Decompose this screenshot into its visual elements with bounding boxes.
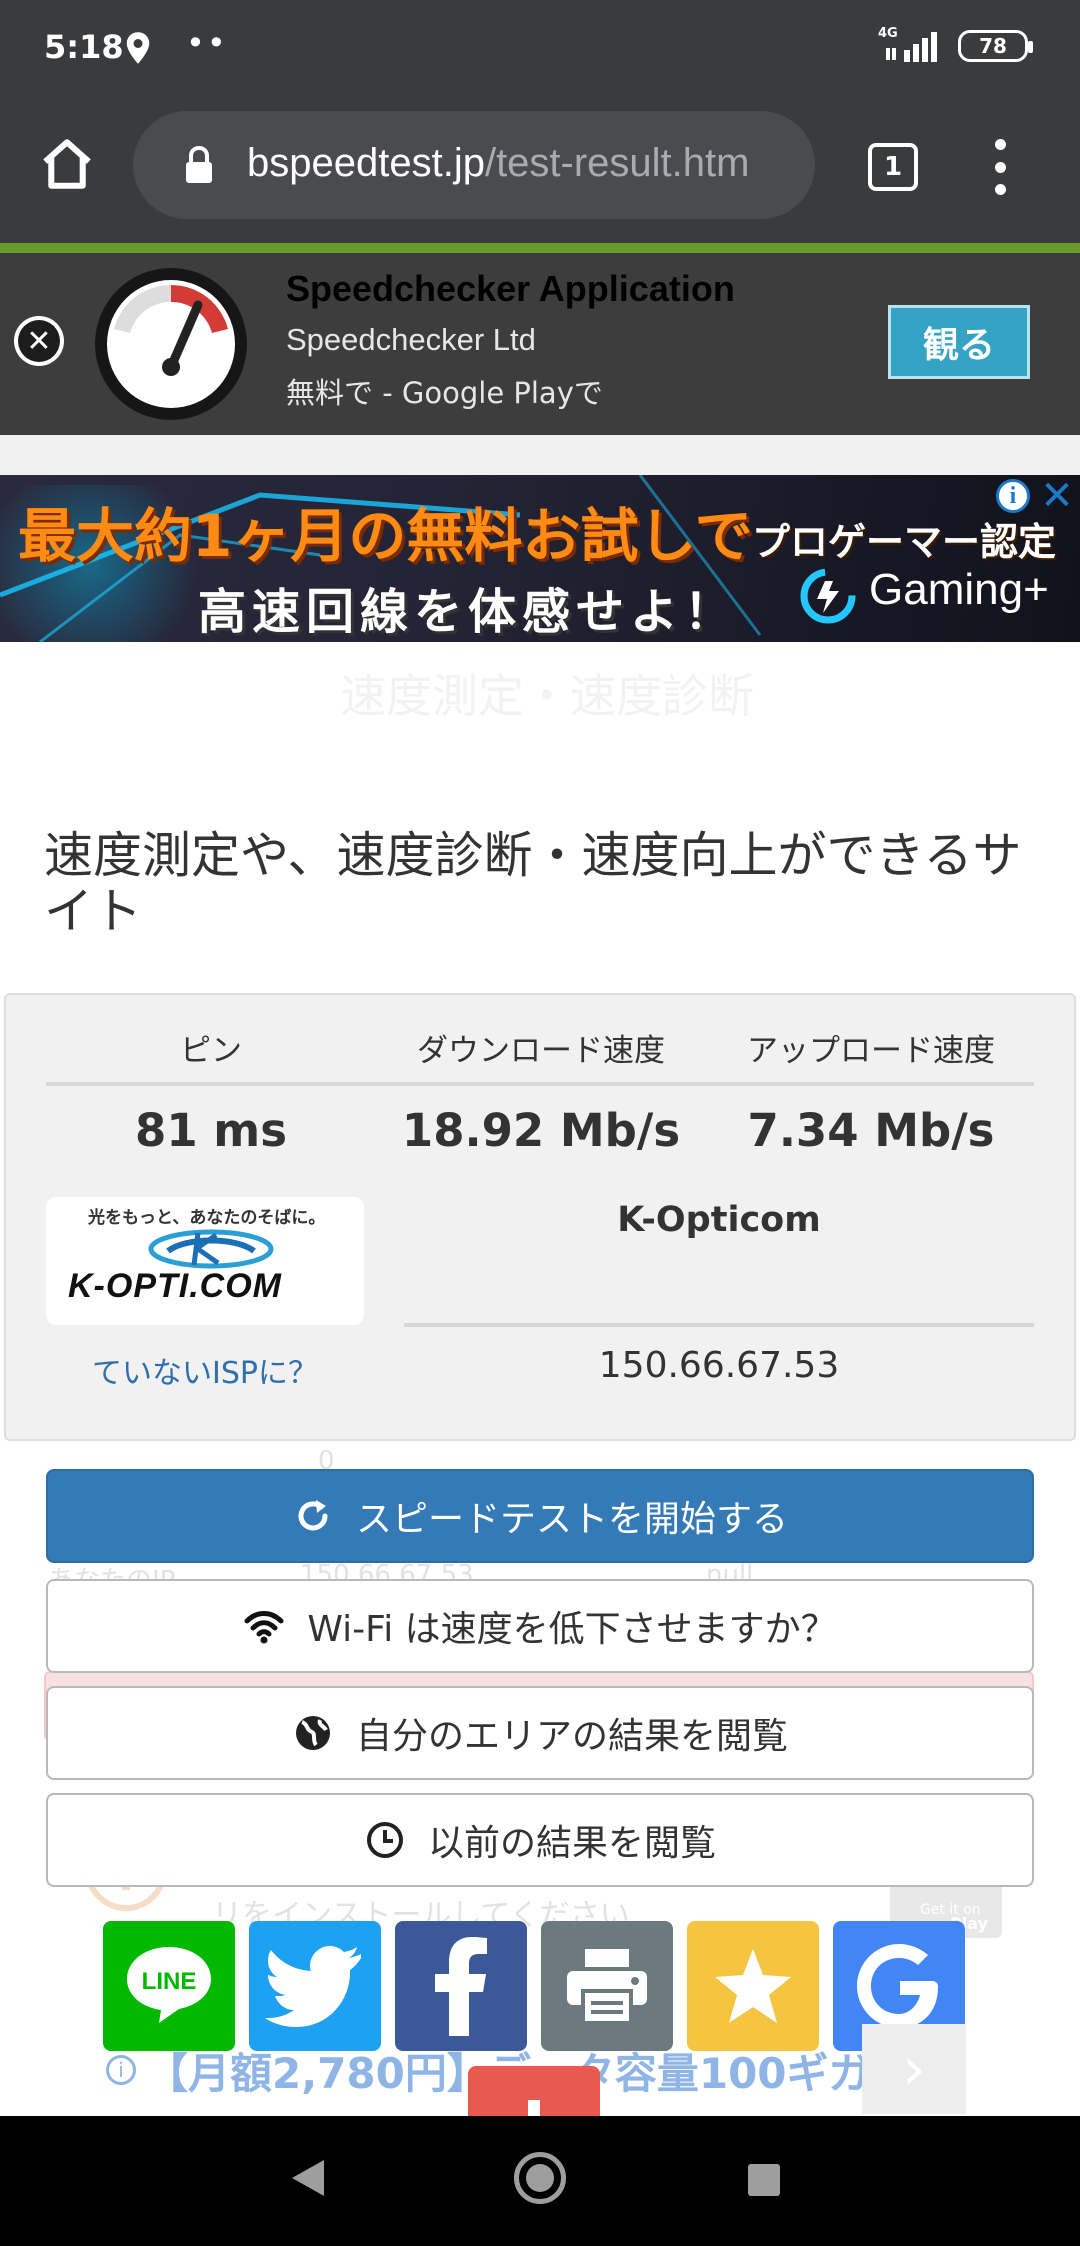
- notification-dots: ••: [186, 24, 228, 62]
- share-facebook-button[interactable]: [395, 1921, 527, 2051]
- results-divider: [46, 1082, 1034, 1086]
- upload-header: アップロード速度: [747, 1033, 995, 1069]
- tab-count: 1: [883, 152, 903, 182]
- gaming-brand-logo: Gaming+: [795, 563, 1065, 629]
- ad-app-developer: Speedchecker Ltd: [286, 322, 536, 357]
- star-icon: [715, 1949, 791, 2023]
- share-favorite-button[interactable]: [687, 1921, 819, 2051]
- page-load-progress: [0, 243, 1080, 253]
- download-header: ダウンロード速度: [417, 1033, 665, 1069]
- page-title: 速度測定や、速度診断・速度向上ができるサイト: [44, 827, 1022, 940]
- gaming-logo-icon: [800, 568, 856, 624]
- recent-apps-icon[interactable]: [748, 2164, 780, 2196]
- signal-icon: 4G: [878, 26, 942, 64]
- battery-level: 78: [979, 34, 1007, 58]
- download-value: 18.92 Mb/s: [401, 1104, 681, 1157]
- status-time: 5:18: [44, 28, 124, 66]
- tab-switcher-button[interactable]: 1: [868, 143, 918, 191]
- isp-logo-wordmark: K-OPTI.COM: [68, 1267, 282, 1305]
- url-text: bspeedtest.jp/test-result.htm: [247, 141, 749, 186]
- battery-icon: 78: [958, 30, 1033, 62]
- upload-value: 7.34 Mb/s: [747, 1104, 995, 1157]
- system-nav-bar: [0, 2116, 1080, 2246]
- isp-logo-mark: [148, 1229, 274, 1269]
- previous-results-button[interactable]: 以前の結果を閲覧: [46, 1793, 1034, 1887]
- banner-headline: 最大約1ヶ月の無料お試しで: [18, 502, 753, 570]
- ad-app-subtitle: 無料で - Google Playで: [286, 376, 603, 410]
- line-icon: LINE: [127, 1947, 211, 2023]
- start-speedtest-button[interactable]: スピードテストを開始する: [46, 1469, 1034, 1563]
- ad-close-icon[interactable]: ✕: [1040, 473, 1074, 519]
- line-text: LINE: [142, 1968, 197, 1995]
- back-icon[interactable]: [292, 2160, 324, 2196]
- previous-results-label: 以前の結果を閲覧: [427, 1823, 716, 1864]
- print-icon: [567, 1949, 647, 2025]
- ad-app-title: Speedchecker Application: [286, 268, 735, 309]
- floating-tab-button[interactable]: [468, 2066, 600, 2116]
- bottom-ad-next-button[interactable]: ›: [862, 2024, 966, 2114]
- isp-question-link[interactable]: ていないISPに？: [46, 1348, 364, 1392]
- banner-tagline: プロゲーマー認定: [752, 520, 1057, 564]
- overflow-menu-icon[interactable]: [985, 139, 1015, 195]
- twitter-icon: [265, 1946, 361, 2027]
- ad-close-button[interactable]: ✕: [14, 316, 64, 366]
- browser-toolbar: bspeedtest.jp/test-result.htm 1: [0, 95, 1080, 243]
- share-print-button[interactable]: [541, 1921, 673, 2051]
- ad-info-icon[interactable]: i: [996, 479, 1030, 513]
- clock-icon: [366, 1822, 403, 1858]
- isp-name: K-Opticom: [617, 1200, 821, 1240]
- gaming-banner-ad[interactable]: 最大約1ヶ月の無料お試しで 高速回線を体感せよ！ プロゲーマー認定 Gaming…: [0, 475, 1080, 642]
- wifi-speed-button[interactable]: Wi-Fi は速度を低下させますか？: [46, 1579, 1034, 1673]
- area-results-button[interactable]: 自分のエリアの結果を閲覧: [46, 1686, 1034, 1780]
- bottom-ad-info-icon[interactable]: i: [106, 2055, 136, 2085]
- isp-divider: [404, 1323, 1034, 1327]
- location-icon: [126, 32, 150, 64]
- wifi-icon: [244, 1611, 284, 1644]
- isp-logo-slogan: 光をもっと、あなたのそばに。: [88, 1208, 326, 1228]
- facebook-icon: [435, 1937, 487, 2036]
- ping-header: ピン: [180, 1033, 242, 1069]
- url-path: /test-result.htm: [484, 141, 750, 185]
- lock-icon: [186, 145, 212, 183]
- network-type: 4G: [878, 26, 898, 41]
- gaming-brand-text: Gaming+: [869, 565, 1049, 614]
- refresh-icon: [298, 1500, 328, 1531]
- ad-spacer: [0, 435, 1080, 475]
- speedometer-app-icon: [95, 268, 247, 420]
- ip-address: 150.66.67.53: [598, 1345, 840, 1386]
- globe-icon: [295, 1716, 330, 1750]
- ad-watch-button[interactable]: 観る: [888, 305, 1030, 379]
- share-twitter-button[interactable]: [249, 1921, 381, 2051]
- home-icon[interactable]: [38, 135, 96, 193]
- home-circle-icon[interactable]: [514, 2152, 566, 2204]
- google-icon: [857, 1944, 938, 2028]
- banner-subheadline: 高速回線を体感せよ！: [198, 584, 739, 640]
- isp-logo: 光をもっと、あなたのそばに。 K-OPTI.COM: [46, 1197, 364, 1325]
- area-results-label: 自分のエリアの結果を閲覧: [355, 1716, 788, 1757]
- status-indicators: 4G 78: [878, 26, 1033, 64]
- url-domain: bspeedtest.jp: [247, 141, 485, 185]
- share-line-button[interactable]: LINE: [103, 1921, 235, 2051]
- start-speedtest-label: スピードテストを開始する: [355, 1499, 788, 1540]
- address-bar[interactable]: bspeedtest.jp/test-result.htm: [133, 111, 815, 219]
- faded-heading: 速度測定・速度診断: [340, 669, 754, 723]
- status-bar: 5:18 •• 4G 78: [0, 0, 1080, 95]
- ping-value: 81 ms: [135, 1104, 287, 1157]
- close-icon: ✕: [26, 323, 52, 359]
- wifi-speed-label: Wi-Fi は速度を低下させますか？: [307, 1609, 837, 1650]
